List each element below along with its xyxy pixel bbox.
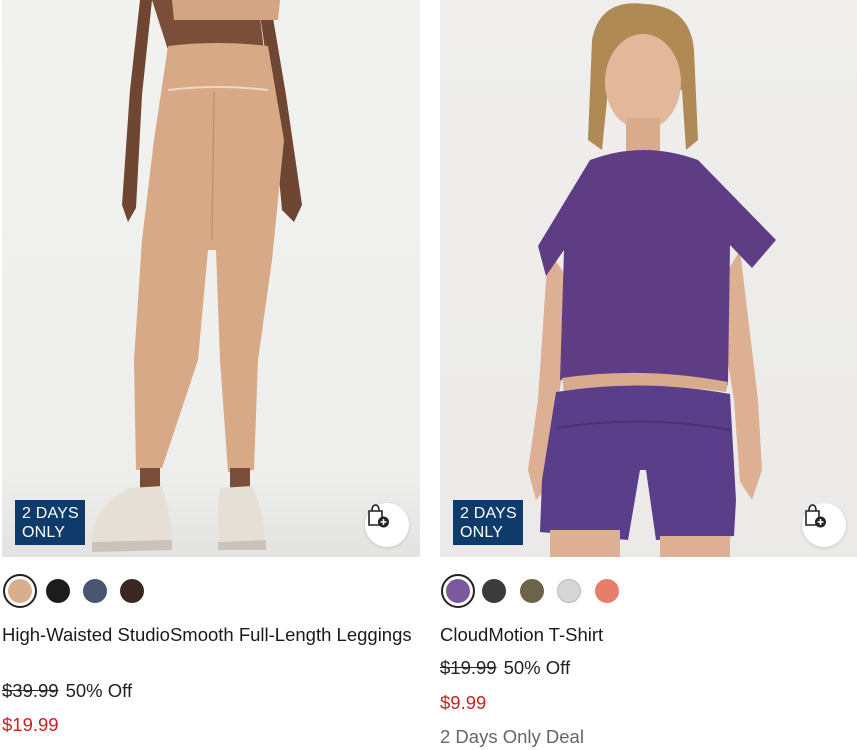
badge-line-1: 2 DAYS [22,505,79,522]
product-card[interactable]: 2 DAYS ONLY CloudMotion T-Shirt $19.99 50… [440,0,857,747]
product-name[interactable]: CloudMotion T-Shirt [440,623,850,646]
original-price: $39.99 [2,680,59,701]
product-card[interactable]: 2 DAYS ONLY High-Waisted StudioSmooth Fu… [2,0,420,735]
add-to-bag-button[interactable] [802,503,846,547]
swatch-slate-blue[interactable] [78,574,112,608]
swatch-olive[interactable] [515,574,549,608]
tshirt-model-illustration [528,3,776,557]
add-to-bag-button[interactable] [365,503,409,547]
price-row: $19.99 50% Off [440,656,570,679]
add-to-bag-icon [805,504,826,528]
product-name[interactable]: High-Waisted StudioSmooth Full-Length Le… [2,623,412,646]
swatch-charcoal[interactable] [477,574,511,608]
badge-line-2: ONLY [22,524,66,541]
promo-badge: 2 DAYS ONLY [453,500,523,545]
original-price: $19.99 [440,657,497,678]
product-image[interactable]: 2 DAYS ONLY [440,0,857,557]
discount-label: 50% Off [65,680,133,701]
leggings-model-illustration [92,0,302,552]
swatch-black[interactable] [41,574,75,608]
swatch-coral[interactable] [590,574,624,608]
deal-label: 2 Days Only Deal [440,726,584,747]
sale-price: $19.99 [2,714,59,735]
swatch-light-gray[interactable] [552,574,586,608]
add-to-bag-icon [368,504,389,528]
badge-line-2: ONLY [460,524,504,541]
badge-line-1: 2 DAYS [460,505,517,522]
swatch-purple[interactable] [441,574,475,608]
product-image[interactable]: 2 DAYS ONLY [2,0,420,557]
discount-label: 50% Off [503,657,571,678]
sale-price: $9.99 [440,692,487,713]
promo-badge: 2 DAYS ONLY [15,500,85,545]
swatch-dark-brown[interactable] [115,574,149,608]
swatch-tan[interactable] [3,574,37,608]
price-row: $39.99 50% Off [2,679,132,702]
